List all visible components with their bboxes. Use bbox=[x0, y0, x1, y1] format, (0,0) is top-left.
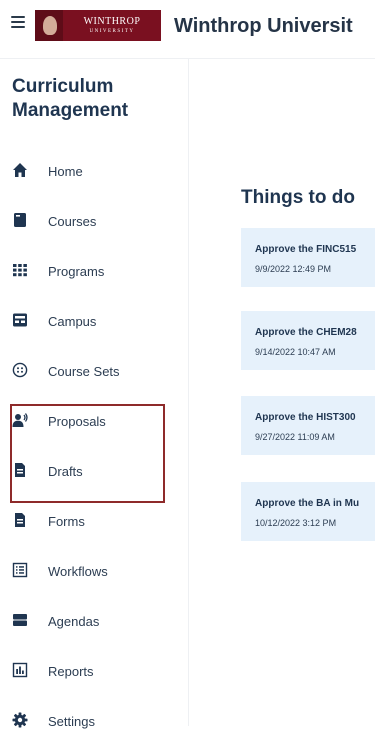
main-title: Things to do bbox=[241, 187, 355, 208]
sidebar-item-label: Programs bbox=[48, 264, 105, 279]
eagle-logo-icon bbox=[35, 10, 63, 41]
task-card[interactable]: Approve the CHEM28 9/14/2022 10:47 AM bbox=[241, 311, 375, 370]
sidebar-item-agendas[interactable]: Agendas bbox=[0, 602, 186, 642]
sidebar-item-campus[interactable]: Campus bbox=[0, 302, 186, 342]
sidebar-title: Curriculum Management bbox=[12, 76, 129, 121]
building-icon bbox=[13, 313, 27, 327]
sidebar-item-label: Forms bbox=[48, 514, 85, 529]
sidebar-item-label: Courses bbox=[48, 214, 97, 229]
university-name: Winthrop Universit bbox=[174, 15, 353, 37]
logo-subtext: UNIVERSITY bbox=[89, 29, 135, 34]
task-date: 10/12/2022 3:12 PM bbox=[255, 518, 337, 528]
sidebar-item-home[interactable]: Home bbox=[0, 152, 186, 192]
logo-text: WINTHROP bbox=[83, 16, 141, 27]
hamburger-menu-icon[interactable] bbox=[11, 16, 25, 28]
sidebar-item-label: Workflows bbox=[48, 564, 108, 579]
task-date: 9/14/2022 10:47 AM bbox=[255, 347, 336, 357]
sidebar-item-label: Reports bbox=[48, 664, 94, 679]
sidebar-item-settings[interactable]: Settings bbox=[0, 702, 186, 742]
sidebar-item-courses[interactable]: Courses bbox=[0, 202, 186, 242]
agenda-icon bbox=[13, 614, 27, 626]
sidebar-item-label: Course Sets bbox=[48, 364, 120, 379]
task-title: Approve the FINC515 bbox=[255, 244, 357, 255]
task-date: 9/9/2022 12:49 PM bbox=[255, 264, 332, 274]
set-icon bbox=[12, 362, 28, 378]
sidebar-item-label: Home bbox=[48, 164, 83, 179]
task-title: Approve the BA in Mu bbox=[255, 498, 360, 509]
sidebar-item-programs[interactable]: Programs bbox=[0, 252, 186, 292]
sidebar: Curriculum Management Home Courses Progr… bbox=[0, 59, 189, 729]
sidebar-item-label: Settings bbox=[48, 714, 95, 729]
grid-icon bbox=[13, 264, 27, 277]
sidebar-item-course-sets[interactable]: Course Sets bbox=[0, 352, 186, 392]
sidebar-item-label: Agendas bbox=[48, 614, 100, 629]
sidebar-item-workflows[interactable]: Workflows bbox=[0, 552, 186, 592]
task-card[interactable]: Approve the HIST300 9/27/2022 11:09 AM bbox=[241, 396, 375, 455]
report-icon bbox=[12, 662, 28, 678]
form-icon bbox=[15, 513, 25, 527]
home-icon bbox=[13, 163, 27, 177]
book-icon bbox=[14, 213, 26, 227]
workflow-icon bbox=[12, 562, 28, 578]
task-date: 9/27/2022 11:09 AM bbox=[255, 432, 335, 442]
task-title: Approve the HIST300 bbox=[255, 412, 356, 423]
task-card[interactable]: Approve the BA in Mu 10/12/2022 3:12 PM bbox=[241, 482, 375, 541]
drafts-highlight-box bbox=[10, 404, 165, 503]
sidebar-item-forms[interactable]: Forms bbox=[0, 502, 186, 542]
task-card[interactable]: Approve the FINC515 9/9/2022 12:49 PM bbox=[241, 228, 375, 287]
sidebar-item-reports[interactable]: Reports bbox=[0, 652, 186, 692]
top-header: WINTHROP UNIVERSITY Winthrop Universit bbox=[0, 0, 375, 56]
task-title: Approve the CHEM28 bbox=[255, 327, 357, 338]
winthrop-logo[interactable]: WINTHROP UNIVERSITY bbox=[35, 10, 161, 41]
sidebar-item-label: Campus bbox=[48, 314, 97, 329]
